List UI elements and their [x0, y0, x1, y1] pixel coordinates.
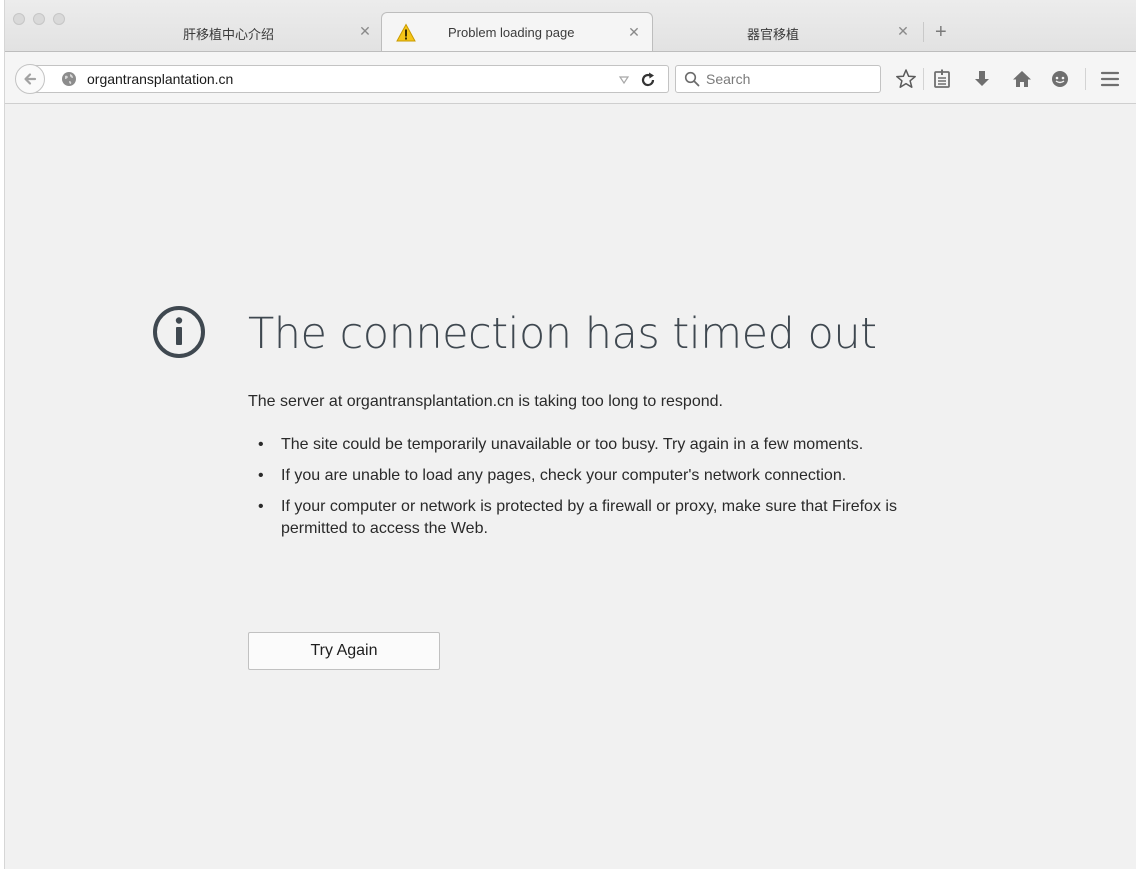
tab-liver-transplant[interactable]: 肝移植中心介绍 ✕ [105, 12, 375, 52]
tab-title: 肝移植中心介绍 [183, 27, 275, 42]
back-button[interactable] [15, 64, 45, 94]
error-title: The connection has timed out [248, 309, 877, 359]
download-icon[interactable] [971, 68, 993, 90]
try-again-button[interactable]: Try Again [248, 632, 440, 670]
list-item: • The site could be temporarily unavailab… [248, 434, 908, 456]
globe-icon [62, 72, 76, 86]
tab-organ-transplant[interactable]: 器官移植 ✕ [659, 12, 919, 52]
browser-window: 肝移植中心介绍 ✕ Problem loading page ✕ 器官移植 ✕ … [4, 0, 1136, 869]
tab-problem-loading[interactable]: Problem loading page ✕ [381, 12, 653, 52]
toolbar-divider [1085, 68, 1086, 90]
search-icon [684, 71, 700, 87]
tab-separator [923, 22, 924, 42]
tab-strip: 肝移植中心介绍 ✕ Problem loading page ✕ 器官移植 ✕ … [5, 0, 1136, 52]
bullet: • [258, 498, 264, 515]
star-icon[interactable] [895, 68, 917, 90]
close-tab-icon[interactable]: ✕ [626, 24, 642, 41]
close-window-button[interactable] [13, 13, 25, 25]
close-tab-icon[interactable]: ✕ [357, 23, 373, 40]
suggestion-text: The site could be temporarily unavailabl… [281, 436, 864, 453]
error-page: The connection has timed out The server … [5, 104, 1136, 869]
bullet: • [258, 467, 264, 484]
new-tab-icon[interactable]: + [935, 22, 947, 42]
tab-title: Problem loading page [448, 25, 575, 40]
warning-icon [396, 23, 416, 42]
search-placeholder: Search [706, 71, 751, 87]
error-suggestions: • The site could be temporarily unavailab… [248, 434, 908, 549]
close-tab-icon[interactable]: ✕ [895, 23, 911, 40]
suggestion-text: If your computer or network is protected… [281, 498, 897, 537]
chat-icon[interactable] [1049, 68, 1071, 90]
url-bar[interactable]: organtransplantation.cn [35, 65, 669, 93]
nav-toolbar: organtransplantation.cn Search [5, 52, 1136, 104]
suggestion-text: If you are unable to load any pages, che… [281, 467, 847, 484]
home-icon[interactable] [1011, 68, 1033, 90]
url-text: organtransplantation.cn [87, 71, 234, 87]
info-icon [153, 306, 205, 358]
reading-list-icon[interactable] [931, 68, 953, 90]
bullet: • [258, 436, 264, 453]
list-item: • If your computer or network is protecte… [248, 496, 908, 540]
zoom-window-button[interactable] [53, 13, 65, 25]
list-item: • If you are unable to load any pages, ch… [248, 465, 908, 487]
search-bar[interactable]: Search [675, 65, 881, 93]
error-description: The server at organtransplantation.cn is… [248, 393, 723, 410]
tab-title: 器官移植 [747, 27, 800, 42]
minimize-window-button[interactable] [33, 13, 45, 25]
toolbar-divider [923, 68, 924, 90]
back-arrow-icon [24, 73, 37, 85]
history-dropdown-icon[interactable] [617, 73, 631, 87]
menu-icon[interactable] [1099, 68, 1121, 90]
reload-icon[interactable] [639, 71, 657, 89]
